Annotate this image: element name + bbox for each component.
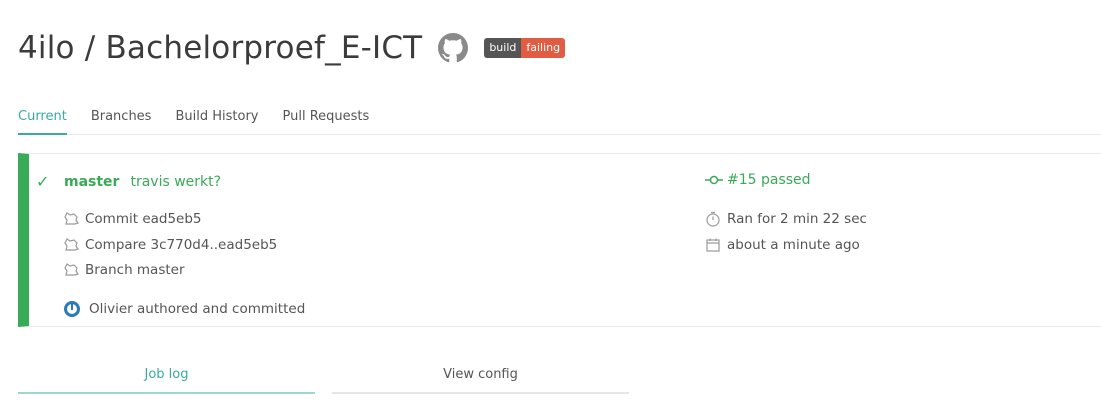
branch-link[interactable]: Branch master [63, 262, 185, 278]
author-row: Olivier authored and committed [63, 300, 305, 318]
commit-message: travis werkt? [130, 173, 222, 190]
job-log-tab[interactable]: Job log [18, 358, 315, 394]
view-config-tab[interactable]: View config [332, 358, 629, 394]
author-text: Olivier authored and committed [89, 301, 306, 317]
commit-link[interactable]: Commit ead5eb5 [63, 211, 202, 227]
build-branch-row: ✓ master travis werkt? [36, 172, 221, 191]
compare-link[interactable]: Compare 3c770d4..ead5eb5 [63, 237, 277, 253]
branch-icon [63, 262, 79, 278]
log-config-tabs: Job log View config [18, 358, 646, 394]
calendar-icon [705, 237, 721, 253]
avatar-icon [63, 300, 81, 318]
stopwatch-icon [705, 211, 721, 227]
time-ago-row: about a minute ago [705, 237, 860, 253]
duration-row: Ran for 2 min 22 sec [705, 211, 867, 227]
build-card: ✓ master travis werkt? Commit ead5eb5 Co… [18, 153, 1101, 327]
time-ago-text: about a minute ago [727, 237, 860, 253]
badge-status: failing [521, 38, 566, 58]
branch-name[interactable]: master [64, 174, 119, 190]
badge-label: build [484, 38, 522, 58]
commit-icon [63, 211, 79, 227]
tab-current[interactable]: Current [18, 100, 67, 135]
tab-branches[interactable]: Branches [91, 100, 152, 133]
branch-text: Branch master [85, 262, 185, 278]
build-status-badge[interactable]: build failing [484, 38, 566, 58]
commit-node-icon [705, 174, 723, 186]
repo-title[interactable]: 4ilo / Bachelorproef_E-ICT [18, 30, 422, 66]
tab-pull-requests[interactable]: Pull Requests [282, 100, 369, 133]
repo-tabs: Current Branches Build History Pull Requ… [18, 100, 1101, 135]
duration-text: Ran for 2 min 22 sec [727, 211, 867, 227]
build-number-status: #15 passed [727, 172, 811, 188]
github-icon[interactable] [438, 33, 469, 63]
repo-header: 4ilo / Bachelorproef_E-ICT build failing [18, 28, 566, 68]
build-status[interactable]: #15 passed [705, 172, 811, 188]
compare-icon [63, 237, 79, 253]
tab-build-history[interactable]: Build History [175, 100, 258, 133]
compare-text: Compare 3c770d4..ead5eb5 [85, 237, 278, 253]
check-icon: ✓ [36, 172, 50, 191]
commit-text: Commit ead5eb5 [85, 211, 202, 227]
